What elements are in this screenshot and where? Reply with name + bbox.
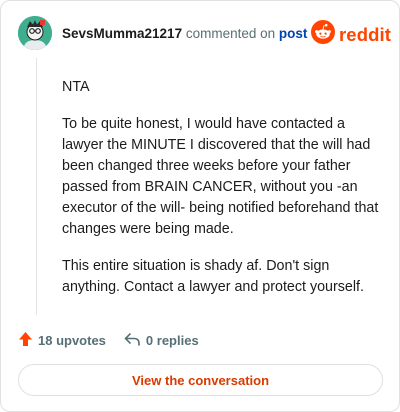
view-conversation-button[interactable]: View the conversation: [18, 364, 383, 396]
comment-paragraph: To be quite honest, I would have contact…: [62, 116, 379, 237]
comment-footer: 18 upvotes 0 replies: [18, 331, 199, 350]
avatar[interactable]: [18, 16, 52, 50]
action-text: commented on: [185, 26, 276, 41]
upvote-count: 18 upvotes: [38, 333, 106, 348]
reddit-snoo-icon: [311, 20, 335, 49]
reddit-logo[interactable]: reddit: [311, 20, 391, 49]
upvote-arrow-icon: [18, 331, 38, 350]
comment-body: NTA To be quite honest, I would have con…: [62, 77, 388, 314]
thread-line: [36, 58, 37, 315]
upvote-stat[interactable]: 18 upvotes: [18, 331, 106, 350]
comment-paragraph: This entire situation is shady af. Don't…: [62, 258, 364, 295]
reply-icon: [124, 332, 146, 349]
reddit-wordmark: reddit: [339, 23, 391, 45]
username[interactable]: SevsMumma21217: [62, 26, 182, 41]
reply-count: 0 replies: [145, 333, 199, 348]
comment-card: SevsMumma21217 commented on post reddit …: [0, 0, 400, 412]
comment-paragraph: NTA: [62, 79, 90, 95]
post-link[interactable]: post: [279, 26, 308, 41]
reply-stat[interactable]: 0 replies: [124, 332, 199, 349]
comment-header: SevsMumma21217 commented on post: [62, 25, 307, 43]
